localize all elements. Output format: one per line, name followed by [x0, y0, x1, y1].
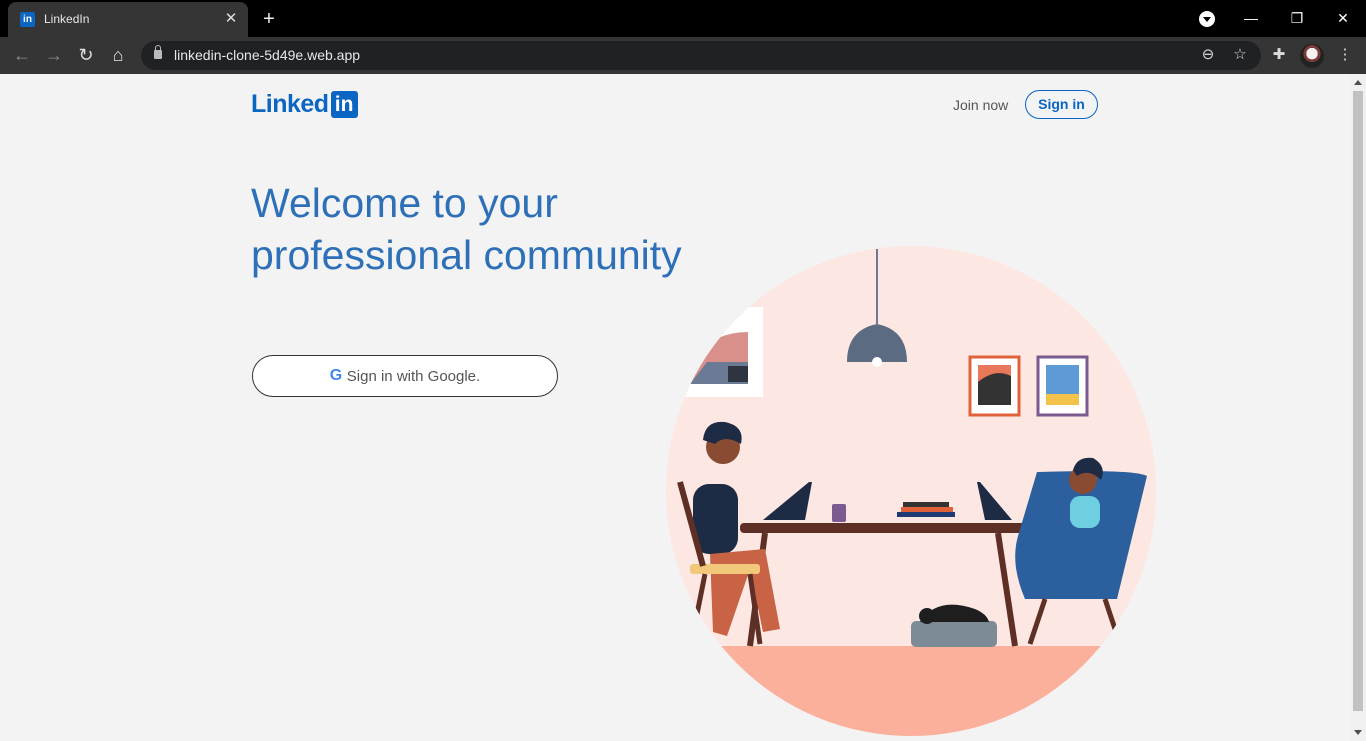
- page-scrollbar[interactable]: [1350, 74, 1366, 741]
- browser-toolbar: ← → ↻ ⌂ linkedin-clone-5d49e.web.app ⊖ ☆…: [0, 37, 1366, 74]
- linkedin-logo[interactable]: Linked in: [251, 90, 358, 118]
- headline-line-1: Welcome to your: [251, 180, 558, 226]
- tab-search-icon[interactable]: [1199, 11, 1215, 27]
- browser-tab[interactable]: in LinkedIn ✕: [8, 2, 248, 37]
- page-content: Linked in Join now Sign in Welcome to yo…: [0, 74, 1350, 741]
- reload-icon[interactable]: ↻: [74, 43, 98, 67]
- page-headline: Welcome to your professional community: [251, 177, 731, 281]
- forward-icon[interactable]: →: [42, 43, 66, 67]
- menu-kebab-icon[interactable]: ⋮: [1334, 44, 1356, 66]
- close-tab-icon[interactable]: ✕: [222, 10, 240, 28]
- home-icon[interactable]: ⌂: [106, 43, 130, 67]
- google-sign-in-button[interactable]: G Sign in with Google.: [252, 355, 558, 397]
- tab-title: LinkedIn: [44, 12, 90, 26]
- scroll-down-arrow-icon[interactable]: [1354, 730, 1362, 735]
- url-text[interactable]: linkedin-clone-5d49e.web.app: [174, 47, 360, 63]
- lock-icon[interactable]: [154, 45, 162, 59]
- new-tab-button[interactable]: +: [258, 8, 280, 30]
- sign-in-button[interactable]: Sign in: [1025, 90, 1098, 119]
- restore-button[interactable]: ❐: [1284, 6, 1310, 30]
- bookmark-star-icon[interactable]: ☆: [1229, 44, 1251, 66]
- hero-illustration: [666, 246, 1156, 736]
- scroll-thumb[interactable]: [1353, 91, 1363, 711]
- zoom-icon[interactable]: ⊖: [1197, 44, 1219, 66]
- minimize-button[interactable]: —: [1238, 6, 1264, 30]
- google-icon: G: [329, 367, 343, 384]
- address-bar[interactable]: linkedin-clone-5d49e.web.app ⊖ ☆: [141, 41, 1261, 70]
- extensions-icon[interactable]: ✚: [1268, 44, 1290, 66]
- google-sign-in-label: Sign in with Google.: [346, 367, 481, 385]
- browser-tab-bar: in LinkedIn ✕ + — ❐ ✕: [0, 0, 1366, 37]
- logo-in-box: in: [330, 91, 358, 118]
- profile-avatar[interactable]: [1300, 44, 1324, 68]
- close-window-button[interactable]: ✕: [1330, 6, 1356, 30]
- join-now-link[interactable]: Join now: [953, 97, 1008, 113]
- logo-text: Linked: [251, 90, 329, 118]
- scroll-up-arrow-icon[interactable]: [1354, 80, 1362, 85]
- linkedin-favicon-icon: in: [20, 12, 35, 27]
- headline-line-2: professional community: [251, 232, 682, 278]
- back-icon[interactable]: ←: [10, 43, 34, 67]
